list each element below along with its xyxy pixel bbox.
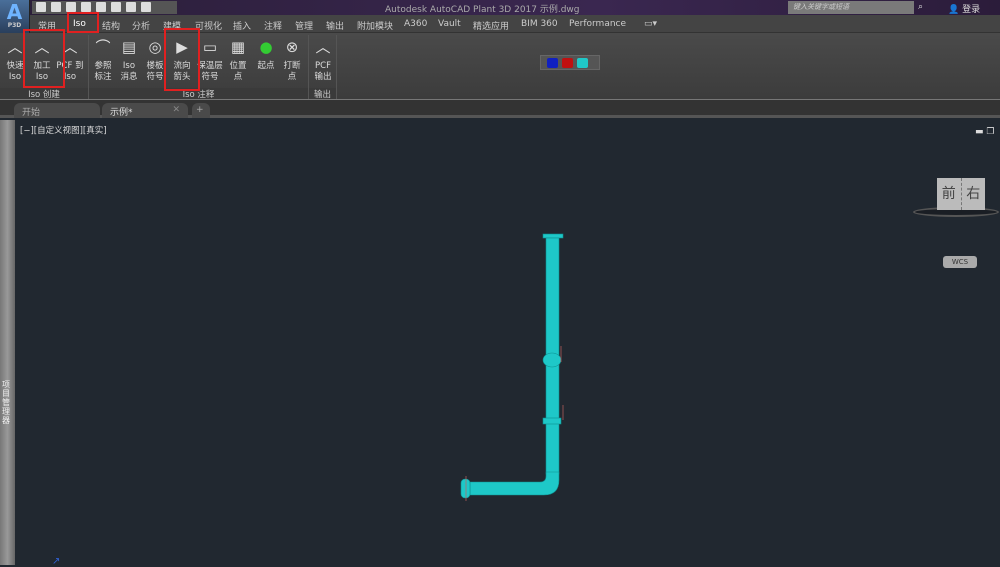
top-flange <box>542 233 564 239</box>
pipe-model <box>460 233 564 501</box>
ucs-icon: ↗ <box>52 556 61 567</box>
valve <box>542 352 562 368</box>
flange <box>542 417 562 425</box>
elbow-and-horizontal-pipe <box>469 471 560 496</box>
end-flange <box>460 478 471 499</box>
